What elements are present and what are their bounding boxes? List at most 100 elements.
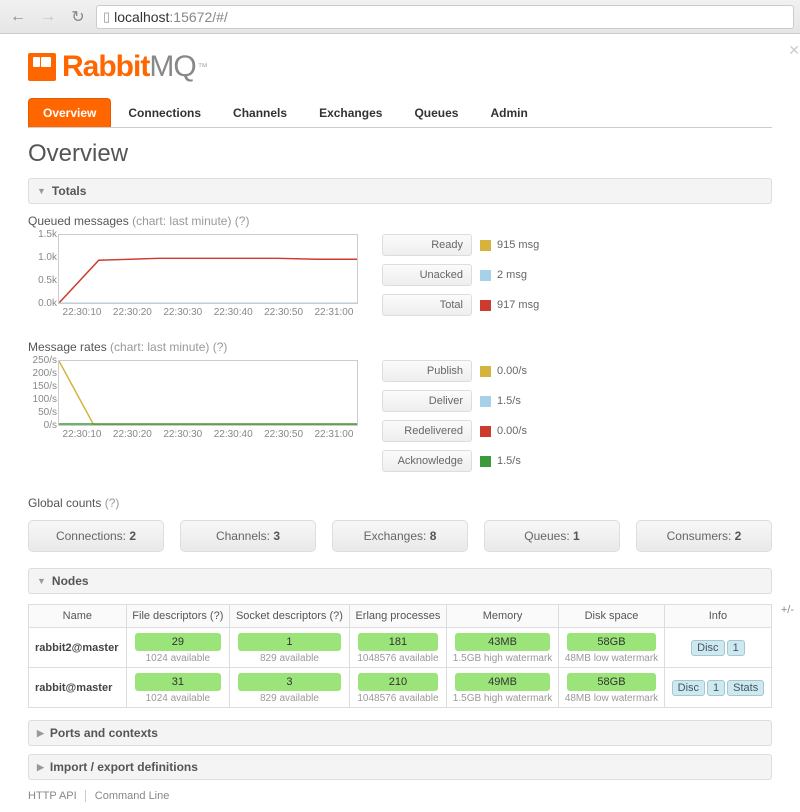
back-button[interactable]: ← xyxy=(6,6,30,28)
node-stat: 181 xyxy=(358,633,438,651)
count-consumers[interactable]: Consumers: 2 xyxy=(636,520,772,552)
xtick: 22:30:10 xyxy=(58,429,106,440)
ytick: 50/s xyxy=(29,407,57,418)
ytick: 1.0k xyxy=(29,252,57,263)
main-tabs: Overview Connections Channels Exchanges … xyxy=(28,98,772,128)
browser-toolbar: ← → ↻ ▯ localhost:15672/#/ xyxy=(0,0,800,34)
th-file-descriptors[interactable]: File descriptors (?) xyxy=(126,605,229,628)
legend-redelivered-button[interactable]: Redelivered xyxy=(382,420,472,442)
help-icon[interactable]: (?) xyxy=(235,214,250,228)
forward-button[interactable]: → xyxy=(36,6,60,28)
tab-channels[interactable]: Channels xyxy=(218,98,302,127)
logo-text-rabbit: Rabbit xyxy=(62,50,149,84)
help-icon[interactable]: (?) xyxy=(105,496,120,510)
queued-title: Queued messages (chart: last minute) (?) xyxy=(28,214,772,228)
info-tag-stats: Stats xyxy=(727,680,764,696)
tab-exchanges[interactable]: Exchanges xyxy=(304,98,397,127)
ytick: 250/s xyxy=(29,355,57,366)
section-nodes-label: Nodes xyxy=(52,574,89,588)
xtick: 22:30:40 xyxy=(209,429,257,440)
xtick: 22:30:20 xyxy=(108,307,156,318)
rates-chart-note: (chart: last minute) xyxy=(110,340,209,354)
section-totals-header[interactable]: ▼ Totals xyxy=(28,178,772,204)
chevron-right-icon: ▶ xyxy=(37,728,44,739)
node-stat: 29 xyxy=(135,633,221,651)
node-sub: 48MB low watermark xyxy=(563,693,660,704)
node-name[interactable]: rabbit2@master xyxy=(29,628,127,668)
th-name[interactable]: Name xyxy=(29,605,127,628)
logo[interactable]: RabbitMQ™ xyxy=(28,50,772,84)
xtick: 22:30:40 xyxy=(209,307,257,318)
reload-button[interactable]: ↻ xyxy=(66,6,90,28)
section-ports-header[interactable]: ▶ Ports and contexts xyxy=(28,720,772,746)
rates-title-text: Message rates xyxy=(28,340,107,354)
swatch-acknowledge xyxy=(480,456,491,467)
global-counts-title: Global counts (?) xyxy=(28,496,772,510)
ytick: 150/s xyxy=(29,381,57,392)
th-memory[interactable]: Memory xyxy=(447,605,559,628)
xtick: 22:30:20 xyxy=(108,429,156,440)
node-info: Disc1 xyxy=(664,628,771,668)
section-import-export-label: Import / export definitions xyxy=(50,760,198,774)
xtick: 22:31:00 xyxy=(310,307,358,318)
logo-tm: ™ xyxy=(198,62,208,73)
count-channels[interactable]: Channels: 3 xyxy=(180,520,316,552)
node-stat: 3 xyxy=(238,673,341,691)
node-stat: 58GB xyxy=(567,673,656,691)
xtick: 22:31:00 xyxy=(310,429,358,440)
node-stat: 43MB xyxy=(455,633,550,651)
section-import-export-header[interactable]: ▶ Import / export definitions xyxy=(28,754,772,780)
logo-text-mq: MQ xyxy=(149,50,195,84)
legend-redelivered-value: 0.00/s xyxy=(497,425,527,437)
close-icon[interactable]: ✕ xyxy=(788,42,800,59)
rates-legend: Publish 0.00/s Deliver 1.5/s Redelivered… xyxy=(382,360,772,480)
count-exchanges[interactable]: Exchanges: 8 xyxy=(332,520,468,552)
section-totals-label: Totals xyxy=(52,184,86,198)
legend-unacked-value: 2 msg xyxy=(497,269,527,281)
count-connections[interactable]: Connections: 2 xyxy=(28,520,164,552)
columns-toggle[interactable]: +/- xyxy=(781,604,794,616)
ytick: 0.0k xyxy=(29,298,57,309)
node-stat: 1 xyxy=(238,633,341,651)
url-rest: :15672/#/ xyxy=(169,9,227,25)
tab-admin[interactable]: Admin xyxy=(475,98,542,127)
footer-http-api[interactable]: HTTP API xyxy=(28,790,86,802)
section-nodes-header[interactable]: ▼ Nodes xyxy=(28,568,772,594)
th-socket-descriptors[interactable]: Socket descriptors (?) xyxy=(230,605,350,628)
node-stat: 31 xyxy=(135,673,221,691)
legend-deliver-button[interactable]: Deliver xyxy=(382,390,472,412)
legend-acknowledge-button[interactable]: Acknowledge xyxy=(382,450,472,472)
swatch-unacked xyxy=(480,270,491,281)
node-sub: 829 available xyxy=(234,693,345,704)
node-stat: 210 xyxy=(358,673,438,691)
help-icon[interactable]: (?) xyxy=(213,340,228,354)
global-counts-text: Global counts xyxy=(28,496,101,510)
th-disk-space[interactable]: Disk space xyxy=(559,605,665,628)
node-sub: 1.5GB high watermark xyxy=(451,653,554,664)
table-row: rabbit2@master 291024 available 1829 ava… xyxy=(29,628,772,668)
ytick: 0/s xyxy=(29,420,57,431)
th-info[interactable]: Info xyxy=(664,605,771,628)
legend-total-button[interactable]: Total xyxy=(382,294,472,316)
node-sub: 1048576 available xyxy=(354,693,442,704)
count-queues[interactable]: Queues: 1 xyxy=(484,520,620,552)
legend-deliver-value: 1.5/s xyxy=(497,395,521,407)
tab-queues[interactable]: Queues xyxy=(399,98,473,127)
queued-chart-note: (chart: last minute) xyxy=(132,214,231,228)
url-bar[interactable]: ▯ localhost:15672/#/ xyxy=(96,5,794,29)
section-ports-label: Ports and contexts xyxy=(50,726,158,740)
node-stat: 49MB xyxy=(455,673,550,691)
th-erlang-processes[interactable]: Erlang processes xyxy=(349,605,446,628)
legend-publish-button[interactable]: Publish xyxy=(382,360,472,382)
node-sub: 1024 available xyxy=(131,653,225,664)
legend-unacked-button[interactable]: Unacked xyxy=(382,264,472,286)
info-tag-1: 1 xyxy=(707,680,725,696)
tab-connections[interactable]: Connections xyxy=(113,98,216,127)
legend-ready-button[interactable]: Ready xyxy=(382,234,472,256)
node-name[interactable]: rabbit@master xyxy=(29,668,127,708)
footer-command-line[interactable]: Command Line xyxy=(95,790,178,802)
footer: HTTP API Command Line xyxy=(28,790,772,802)
tab-overview[interactable]: Overview xyxy=(28,98,111,127)
legend-publish-value: 0.00/s xyxy=(497,365,527,377)
swatch-redelivered xyxy=(480,426,491,437)
